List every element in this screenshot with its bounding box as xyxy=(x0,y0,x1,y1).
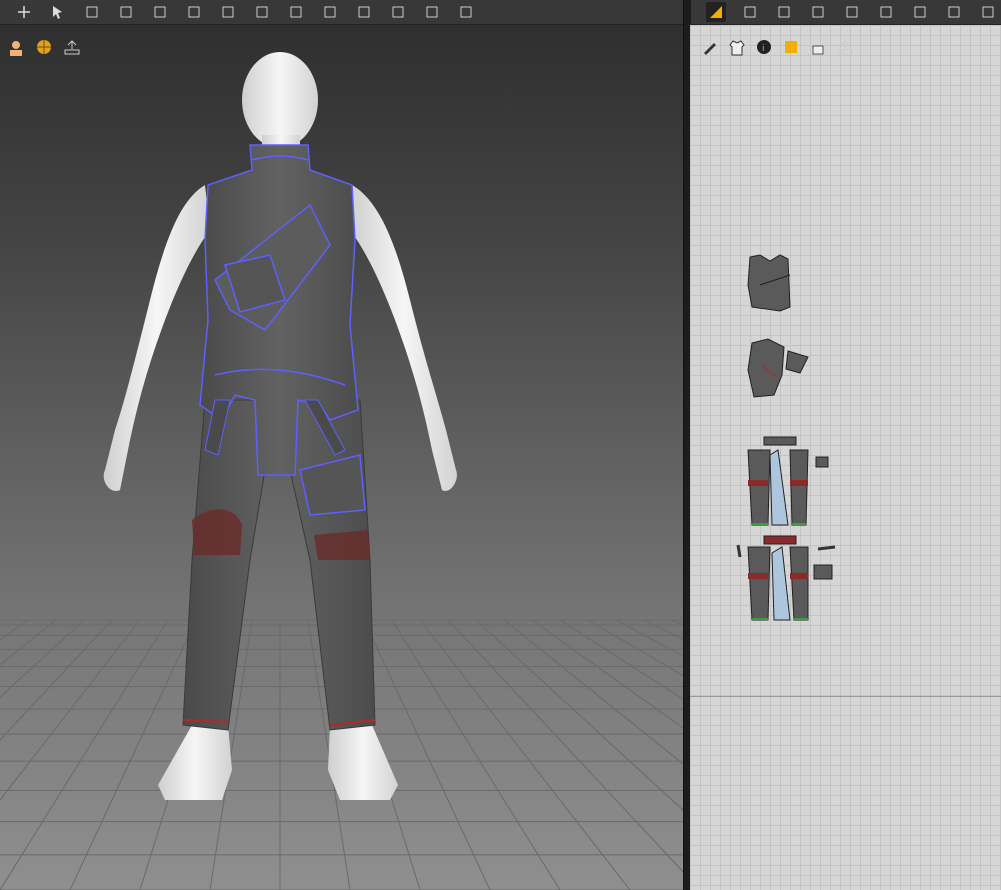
trace-icon[interactable] xyxy=(842,2,862,22)
sewing-icon[interactable] xyxy=(876,2,896,22)
pin-icon[interactable] xyxy=(184,2,204,22)
viewport-scene xyxy=(0,52,683,890)
floor-grid-line xyxy=(559,619,683,700)
floor-grid-line xyxy=(0,619,85,698)
polygon-icon[interactable] xyxy=(774,2,794,22)
shape-icon[interactable] xyxy=(978,2,998,22)
floor-grid-line xyxy=(671,619,683,626)
piece-vest-front[interactable] xyxy=(747,254,791,312)
floor-grid-line xyxy=(0,619,57,666)
piece-pants-back[interactable] xyxy=(736,535,836,621)
pattern-pieces xyxy=(736,254,836,621)
strap-icon[interactable] xyxy=(218,2,238,22)
3d-viewport[interactable] xyxy=(0,25,683,890)
floor-grid-line xyxy=(0,619,169,890)
elastic-icon[interactable] xyxy=(354,2,374,22)
piece-vest-back[interactable] xyxy=(747,338,809,398)
move-icon[interactable] xyxy=(14,2,34,22)
floor-grid-line xyxy=(615,619,683,657)
pattern-divider-line xyxy=(690,696,1001,697)
puckering-icon[interactable] xyxy=(320,2,340,22)
floor-grid-line xyxy=(0,619,141,801)
export-icon[interactable] xyxy=(62,37,82,57)
floor-grid-line xyxy=(419,619,631,890)
select-icon[interactable] xyxy=(48,2,68,22)
zipper-icon[interactable] xyxy=(286,2,306,22)
grid-mesh-icon[interactable] xyxy=(910,2,930,22)
floor-grid-line xyxy=(391,619,561,890)
button-icon[interactable] xyxy=(252,2,272,22)
floor-grid-line xyxy=(0,619,29,641)
measure-icon[interactable] xyxy=(388,2,408,22)
floor-grid-line xyxy=(0,619,113,741)
floor-grid-line xyxy=(643,619,683,640)
tack-icon[interactable] xyxy=(116,2,136,22)
floor-grid-line xyxy=(587,619,683,677)
2d-pattern-window[interactable]: i xyxy=(690,25,1001,890)
piece-pants-front[interactable] xyxy=(747,436,829,526)
tape-icon[interactable] xyxy=(422,2,442,22)
toolbar-2d xyxy=(690,0,1001,25)
transform-pattern-icon[interactable] xyxy=(706,2,726,22)
avatar-display-icon[interactable] xyxy=(6,37,26,57)
floor-grid-line xyxy=(475,619,683,811)
floor-grid-line xyxy=(447,619,683,873)
iron-icon[interactable] xyxy=(944,2,964,22)
avatar-pose-icon[interactable] xyxy=(456,2,476,22)
toolbar-3d xyxy=(0,0,683,25)
floor-grid-line xyxy=(503,619,683,765)
grid-mesh-icon[interactable] xyxy=(150,2,170,22)
garment xyxy=(182,144,376,731)
fold-icon[interactable] xyxy=(82,2,102,22)
internal-shape-icon[interactable] xyxy=(808,2,828,22)
edit-point-icon[interactable] xyxy=(740,2,760,22)
texture-globe-icon[interactable] xyxy=(34,37,54,57)
